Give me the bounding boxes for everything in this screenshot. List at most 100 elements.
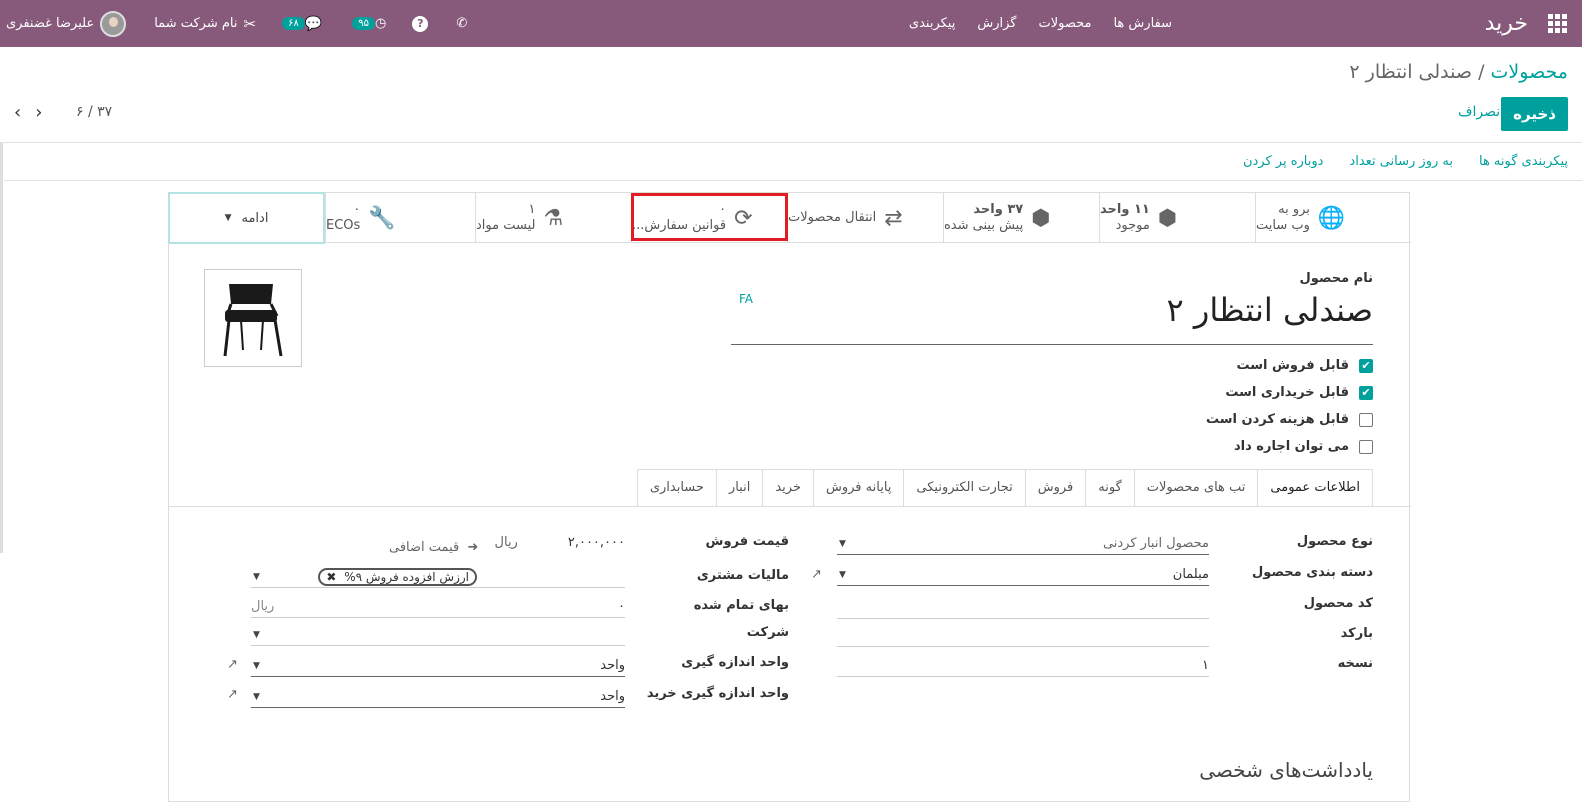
product-image[interactable]: [204, 269, 302, 367]
wrench-icon: 🔧: [368, 205, 396, 231]
avatar[interactable]: [100, 10, 127, 37]
can-be-rented-checkbox[interactable]: [1359, 439, 1373, 454]
can-be-rented-label: می توان اجاره داد: [1233, 439, 1349, 454]
can-be-purchased-option: ✔ قابل خریداری است: [1206, 379, 1373, 406]
language-button[interactable]: FA: [739, 292, 753, 306]
barcode-input[interactable]: [837, 625, 1209, 647]
purchase-uom-value: واحد: [600, 689, 625, 704]
customer-taxes-input[interactable]: ارزش افزوده فروش ۹% ✖ ▼: [251, 566, 625, 588]
menu-orders[interactable]: سفارش ها: [1113, 16, 1172, 31]
can-be-expensed-checkbox[interactable]: [1359, 412, 1373, 427]
bom-button[interactable]: ⚗ ۱ لیست مواد: [475, 193, 631, 243]
discard-button[interactable]: انصراف: [1458, 104, 1504, 120]
user-name[interactable]: علیرضا غضنفری: [6, 16, 94, 31]
breadcrumb-products[interactable]: محصولات: [1491, 61, 1568, 83]
eco-button[interactable]: 🔧 ۰ ECOs: [325, 193, 475, 243]
cost-value: ۰: [618, 599, 625, 614]
version-label: نسخه: [1337, 656, 1373, 671]
phone-icon[interactable]: ✆: [456, 16, 467, 31]
external-link-icon[interactable]: ↗: [227, 657, 238, 672]
sales-price-currency: ریال: [494, 534, 518, 550]
tab-product-tabs[interactable]: تب های محصولات: [1134, 469, 1259, 507]
website-line2: وب سایت: [1256, 218, 1310, 233]
can-be-purchased-label: قابل خریداری است: [1225, 385, 1349, 400]
product-type-label: نوع محصول: [1296, 534, 1373, 549]
highlight-box: [631, 193, 788, 241]
website-button[interactable]: 🌐 برو به وب سایت: [1255, 193, 1411, 243]
tab-point-of-sale[interactable]: پایانه فروش: [813, 469, 905, 507]
remove-tag-icon[interactable]: ✖: [326, 570, 336, 584]
tab-variants[interactable]: گونه: [1086, 469, 1135, 507]
more-button[interactable]: ▼ ادامه: [168, 192, 325, 244]
forecast-label: پیش بینی شده: [944, 218, 1024, 233]
pager-previous-icon[interactable]: ‹: [14, 102, 35, 123]
messages-menu[interactable]: ۶۸ 💬: [280, 16, 322, 32]
product-name-label: نام محصول: [1299, 271, 1373, 286]
menu-reporting[interactable]: گزارش: [977, 16, 1016, 31]
tab-inventory[interactable]: انبار: [716, 469, 764, 507]
sales-price-input[interactable]: ۲,۰۰۰,۰۰۰ ریال: [493, 531, 625, 553]
company-select[interactable]: ▼: [251, 624, 625, 646]
chat-icon: 💬: [304, 15, 323, 32]
product-type-select[interactable]: محصول انبار کردنی ▼: [837, 533, 1209, 555]
can-be-rented-option: می توان اجاره داد: [1206, 433, 1373, 460]
product-moves-label: انتقال محصولات: [788, 210, 877, 225]
apps-grid-icon[interactable]: [1548, 0, 1568, 47]
replenish-button[interactable]: دوباره پر کردن: [1243, 154, 1324, 169]
tab-general-info[interactable]: اطلاعات عمومی: [1258, 469, 1373, 507]
debug-tools-icon[interactable]: ✂: [244, 15, 257, 33]
company-name[interactable]: نام شرکت شما: [154, 16, 237, 31]
forecast-button[interactable]: ⬢ ۳۷ واحد پیش بینی شده: [943, 193, 1099, 243]
activities-menu[interactable]: ۹۵ ◷: [350, 16, 386, 31]
more-label: ادامه: [241, 210, 269, 226]
pager-next-icon[interactable]: ›: [35, 102, 56, 123]
control-panel: محصولات / صندلی انتظار ۲ ذخیره انصراف ۶ …: [0, 47, 1582, 143]
flask-icon: ⚗: [543, 205, 564, 231]
tax-tag[interactable]: ارزش افزوده فروش ۹% ✖: [318, 567, 477, 586]
version-value: ۱: [1202, 658, 1209, 673]
app-title[interactable]: خرید: [1485, 0, 1528, 47]
tab-ecommerce[interactable]: تجارت الکترونیکی: [904, 469, 1026, 507]
can-be-sold-checkbox[interactable]: ✔: [1359, 358, 1373, 373]
caret-down-icon: ▼: [839, 538, 846, 549]
breadcrumb-current: صندلی انتظار ۲: [1349, 61, 1473, 83]
configure-variants-button[interactable]: پیکربندی گونه ها: [1479, 154, 1568, 169]
external-link-icon[interactable]: ↗: [811, 567, 822, 582]
extra-price-button[interactable]: ➜ قیمت اضافی: [389, 540, 478, 555]
internal-reference-input[interactable]: [837, 597, 1209, 619]
menu-products[interactable]: محصولات: [1038, 16, 1091, 31]
menu-configuration[interactable]: پیکربندی: [909, 16, 955, 31]
website-line1: برو به: [1278, 202, 1310, 217]
systray: علیرضا غضنفری نام شرکت شما ✂ ۶۸ 💬 ۹۵ ◷ ?…: [6, 0, 467, 47]
cubes-icon: ⬢: [1157, 205, 1178, 231]
eco-value: ۰: [353, 202, 361, 217]
cost-input[interactable]: ۰ ریال: [251, 596, 625, 618]
update-quantity-button[interactable]: به روز رسانی تعداد: [1349, 154, 1453, 169]
sales-price-label: قیمت فروش: [705, 534, 789, 549]
version-input[interactable]: ۱: [837, 655, 1209, 677]
can-be-purchased-checkbox[interactable]: ✔: [1359, 385, 1373, 400]
product-moves-button[interactable]: ⇄ انتقال محصولات: [787, 193, 943, 243]
extra-price-label: قیمت اضافی: [389, 540, 460, 555]
barcode-label: بارکد: [1340, 626, 1373, 641]
external-link-icon[interactable]: ↗: [227, 687, 238, 702]
product-name-input[interactable]: صندلی انتظار ۲: [731, 291, 1373, 345]
caret-down-icon: ▼: [253, 629, 260, 640]
bom-value: ۱: [528, 202, 536, 217]
save-button[interactable]: ذخیره: [1501, 97, 1568, 131]
uom-label: واحد اندازه گیری: [681, 655, 789, 670]
caret-down-icon: ▼: [253, 691, 260, 702]
product-category-select[interactable]: مبلمان ▼: [837, 564, 1209, 586]
product-category-value: مبلمان: [1172, 567, 1209, 582]
pager-value[interactable]: ۶ / ۳۷: [76, 104, 112, 120]
tab-accounting[interactable]: حسابداری: [636, 469, 717, 507]
purchase-uom-label: واحد اندازه گیری خرید: [646, 686, 789, 701]
uom-select[interactable]: واحد ▼: [251, 655, 625, 677]
breadcrumb-separator: /: [1478, 61, 1485, 83]
help-icon[interactable]: ?: [412, 15, 429, 32]
tab-divider: [169, 506, 1411, 507]
tab-sales[interactable]: فروش: [1025, 469, 1087, 507]
purchase-uom-select[interactable]: واحد ▼: [251, 686, 625, 708]
on-hand-button[interactable]: ⬢ ۱۱ واحد موجود: [1099, 193, 1255, 243]
tab-purchase[interactable]: خرید: [763, 469, 814, 507]
